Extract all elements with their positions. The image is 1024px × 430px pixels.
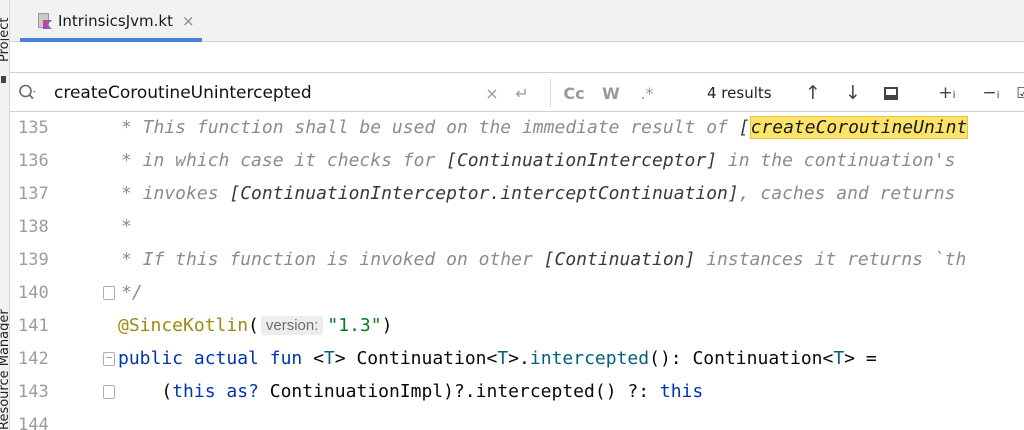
new-line-icon[interactable]: ↵ [512,81,532,105]
code-text: * in which case it checks for [Continuat… [121,150,956,171]
parameter-hint: version: [260,316,324,335]
match-case-toggle[interactable]: Cc [561,81,587,105]
code-line: 140 */ [10,277,1024,310]
line-number: 137 [18,184,49,204]
filter-search-results-icon[interactable] [880,81,902,105]
line-number: 136 [18,151,49,171]
code-line: 142 public actual fun <T> Continuation<T… [10,343,1024,376]
unselect-occurrence-icon[interactable]: −ᵢ [974,81,1008,105]
code-line: 136 * in which case it checks for [Conti… [10,145,1024,178]
code-text: @SinceKotlin(version: "1.3") [118,315,393,336]
code-line: 139 * If this function is invoked on oth… [10,244,1024,277]
code-line: 141 @SinceKotlin(version: "1.3") [10,310,1024,343]
editor-tab[interactable]: IntrinsicsJvm.kt × [20,0,202,42]
code-line: 135 * This function shall be used on the… [10,112,1024,145]
tab-filename: IntrinsicsJvm.kt [58,12,173,30]
code-text: (this as? ContinuationImpl)?.intercepted… [118,381,704,402]
line-number: 135 [18,118,49,138]
code-text: * [121,216,132,237]
code-line: 138 * [10,211,1024,244]
active-tab-indicator [20,38,202,42]
previous-occurrence-icon[interactable]: ↑ [802,81,824,105]
tool-marker [1,76,6,83]
search-match-highlight: createCoroutineUnint [749,116,969,139]
whole-words-toggle[interactable]: W [600,81,622,105]
code-line: 144 [10,409,1024,430]
fold-marker-icon[interactable] [103,385,115,399]
line-number: 138 [18,217,49,237]
line-number: 143 [18,382,49,402]
code-text: */ [121,282,143,303]
code-text: * If this function is invoked on other [… [121,249,967,270]
project-tool-button[interactable]: Project [0,18,9,62]
resource-manager-tool-button[interactable]: Resource Manager [0,309,9,430]
code-line: 137 * invokes [ContinuationInterceptor.i… [10,178,1024,211]
fold-marker-icon[interactable] [103,286,115,300]
line-number: 144 [18,415,49,430]
find-bar: createCoroutineUnintercepted × ↵ Cc W .*… [10,72,1024,112]
results-count: 4 results [707,84,772,102]
line-number: 140 [18,283,49,303]
tab-close-icon[interactable]: × [182,12,195,30]
toolbar-separator [550,79,551,107]
fold-toggle-icon[interactable] [103,352,115,366]
regex-toggle[interactable]: .* [636,81,658,105]
add-selection-next-occurrence-icon[interactable]: +ᵢ [930,81,964,105]
code-text: * This function shall be used on the imm… [121,116,969,139]
editor-tab-bar: IntrinsicsJvm.kt × [10,0,1024,42]
line-number: 141 [18,316,49,336]
kotlin-file-icon [36,13,52,29]
code-text: * invokes [ContinuationInterceptor.inter… [121,183,956,204]
search-icon[interactable] [18,83,38,103]
select-all-occurrences-icon[interactable]: ☑ [1012,81,1024,105]
tool-window-strip: Project Resource Manager [0,0,10,430]
code-text: public actual fun <T> Continuation<T>.in… [118,348,877,369]
code-editor[interactable]: 135 * This function shall be used on the… [10,112,1024,430]
line-number: 139 [18,250,49,270]
line-number: 142 [18,349,49,369]
code-line: 143 (this as? ContinuationImpl)?.interce… [10,376,1024,409]
clear-search-icon[interactable]: × [482,81,502,105]
search-input[interactable]: createCoroutineUnintercepted [54,83,312,103]
next-occurrence-icon[interactable]: ↓ [842,81,864,105]
